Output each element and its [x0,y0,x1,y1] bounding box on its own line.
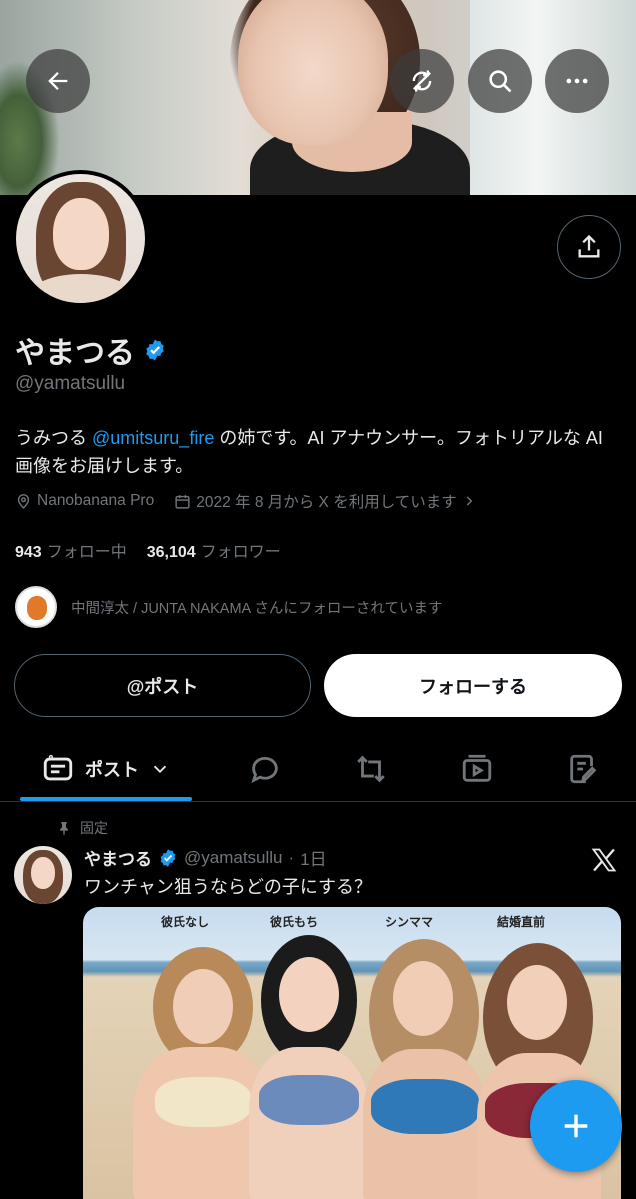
banner-person-face [238,0,388,145]
image-label: シンママ [385,915,434,929]
post-separator: · [288,847,295,867]
plus-icon [564,1114,588,1138]
follow-button[interactable]: フォローする [324,654,622,717]
profile-bio: うみつる @umitsuru_fire の姉です。AI アナウンサー。フォトリア… [15,424,625,480]
followed-by-text: 中間淳太 / JUNTA NAKAMA さんにフォローされています [71,600,443,617]
post-author-name[interactable]: やまつる [84,845,152,870]
joined-text: 2022 年 8 月から X を利用しています [196,494,457,511]
followers-count: 36,104 [146,544,196,561]
chevron-down-icon [153,765,167,774]
location-pin-icon [17,493,30,509]
verified-badge-icon [160,848,176,867]
location-text: Nanobanana Pro [37,492,155,509]
followed-by-row[interactable]: 中間淳太 / JUNTA NAKAMA さんにフォローされています [15,586,443,628]
pinned-label: 固定 [80,820,108,836]
verified-badge-icon[interactable] [143,338,167,362]
pin-icon [60,822,68,835]
more-button[interactable] [545,49,609,113]
tab-reposts[interactable] [338,738,404,800]
x-logo-icon [591,848,617,872]
share-icon [578,234,600,258]
search-icon [489,70,512,93]
bio-text: うみつる [15,428,93,448]
tab-posts-label: ポスト [85,760,139,780]
following-label: フォロー中 [46,544,127,561]
following-count-link[interactable]: 943 フォロー中 [15,538,127,562]
arrow-left-icon [48,72,68,90]
profile-location: Nanobanana Pro [15,492,154,510]
share-button[interactable] [557,215,621,279]
repost-icon [357,755,385,783]
profile-name-row: やまつる [15,328,167,372]
reply-bubble-icon [251,757,278,784]
post-header: やまつる @yamatsullu · 1日 [84,845,327,870]
article-icon [570,754,597,784]
image-label: 彼氏もち [270,915,319,929]
following-count: 943 [15,544,42,561]
chevron-right-icon [466,496,473,506]
profile-meta: Nanobanana Pro 2022 年 8 月から X を利用しています [15,490,476,512]
tab-replies[interactable] [232,738,298,800]
posts-list-icon [43,754,73,781]
calendar-icon [175,494,190,509]
tab-articles[interactable] [550,738,616,800]
post-text: ワンチャン狙うならどの子にする？ [84,877,372,897]
followers-count-link[interactable]: 36,104 フォロワー [147,538,281,562]
more-horizontal-icon [566,78,588,84]
avatar-image [16,174,145,303]
no-translate-icon [412,70,432,92]
bio-mention-link[interactable]: @umitsuru_fire [92,428,214,448]
profile-handle: @yamatsullu [15,373,126,394]
image-label: 結婚直前 [497,915,546,929]
profile-banner[interactable] [0,0,636,195]
profile-tabs: ポスト [0,738,636,802]
profile-joined[interactable]: 2022 年 8 月から X を利用しています [174,490,476,512]
search-button[interactable] [468,49,532,113]
followers-label: フォロワー [200,544,281,561]
pinned-indicator: 固定 [56,818,108,838]
image-label: 彼氏なし [161,915,210,929]
post-author-avatar[interactable] [14,846,72,904]
followed-by-avatar [15,586,57,628]
mention-post-button[interactable]: @ポスト [14,654,311,717]
profile-name: やまつる [15,337,135,370]
post-author-handle: @yamatsullu [184,847,283,867]
profile-avatar[interactable] [12,170,149,307]
compose-post-button[interactable] [530,1080,622,1172]
translate-toggle-button[interactable] [390,49,454,113]
active-tab-indicator [20,797,192,801]
tab-media[interactable] [444,738,510,800]
tab-posts[interactable]: ポスト [20,738,192,800]
post-time[interactable]: 1日 [300,845,326,870]
back-button[interactable] [26,49,90,113]
follow-counts: 943 フォロー中 36,104 フォロワー [15,538,281,562]
video-media-icon [462,754,492,782]
